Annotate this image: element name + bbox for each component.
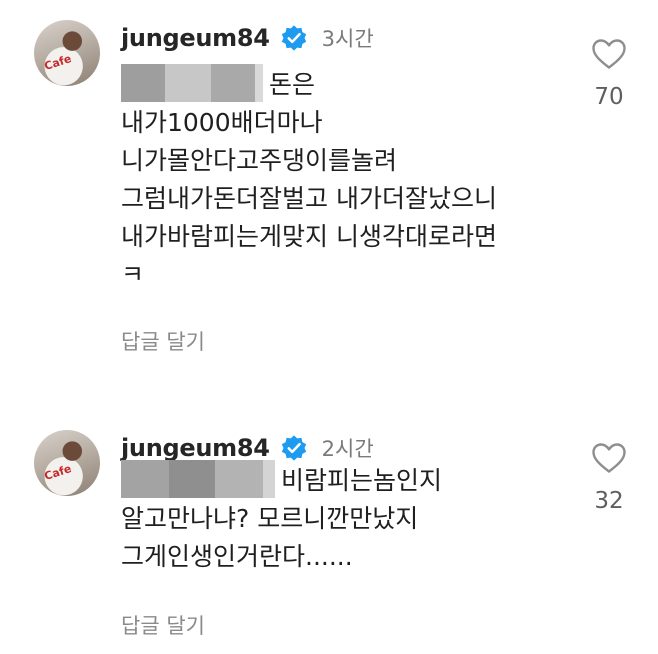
comment-text: 비람피는놈인지 알고만나냐? 모르니깐만났지 그게인생인거란다...... <box>121 460 443 576</box>
like-count: 32 <box>594 488 624 514</box>
comment-line: 돈은 <box>121 64 497 104</box>
comment-line: 그게인생인거란다...... <box>121 542 353 571</box>
comment-item: Cafe jungeum84 2시간 비람피는놈인지 알고만나냐? 모르니깐만났… <box>0 410 658 654</box>
comment-item: Cafe jungeum84 3시간 돈은 내가1000배더마나 니가몰안다고주… <box>0 0 658 380</box>
redacted-mention <box>121 64 263 102</box>
username[interactable]: jungeum84 <box>121 24 270 52</box>
heart-outline-icon[interactable] <box>591 442 627 474</box>
timestamp: 3시간 <box>321 27 374 51</box>
comment-text: 돈은 내가1000배더마나 니가몰안다고주댕이를놀려 그럼내가돈더잘벌고 내가더… <box>121 64 497 294</box>
avatar[interactable]: Cafe <box>34 20 100 86</box>
reply-button[interactable]: 답글 달기 <box>121 610 205 640</box>
comment-line: 내가1000배더마나 <box>121 108 323 137</box>
comment-line: 알고만나냐? 모르니깐만났지 <box>121 504 419 533</box>
like-count: 70 <box>594 84 624 110</box>
avatar-cup-text: Cafe <box>42 52 74 73</box>
like-control: 70 <box>586 38 632 110</box>
verified-badge-icon <box>281 25 306 51</box>
comment-line-text: 돈은 <box>269 70 316 99</box>
comment-line: 그럼내가돈더잘벌고 내가더잘났으니 <box>121 184 497 213</box>
heart-outline-icon[interactable] <box>591 38 627 70</box>
reply-button[interactable]: 답글 달기 <box>121 326 205 356</box>
avatar-cup-text: Cafe <box>42 462 74 483</box>
comment-line: ㅋ <box>121 260 145 289</box>
timestamp: 2시간 <box>321 437 374 461</box>
like-control: 32 <box>586 442 632 514</box>
comment-line: 내가바람피는게맞지 니생각대로라면 <box>121 222 497 251</box>
comment-line-text: 비람피는놈인지 <box>281 466 443 495</box>
comment-line: 비람피는놈인지 <box>121 460 443 500</box>
avatar[interactable]: Cafe <box>34 430 100 496</box>
verified-badge-icon <box>281 435 306 461</box>
username[interactable]: jungeum84 <box>121 434 270 462</box>
comment-line: 니가몰안다고주댕이를놀려 <box>121 146 398 175</box>
redacted-mention <box>121 460 275 498</box>
comment-header: jungeum84 3시간 <box>121 18 374 58</box>
